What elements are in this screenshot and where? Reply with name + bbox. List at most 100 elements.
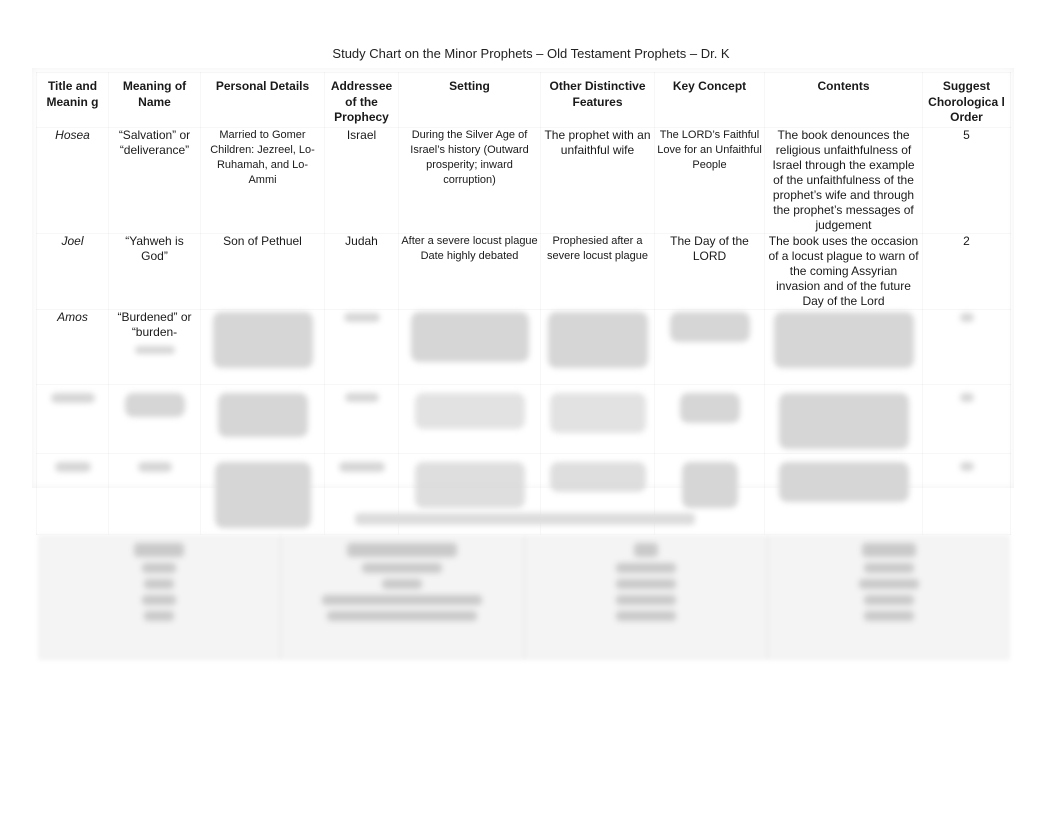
blurred-text [382,579,423,589]
header-addressee: Addressee of the Prophecy [325,73,399,128]
blurred-text [679,393,740,423]
header-order: Suggest Chorologica l Order [923,73,1011,128]
cell-contents [765,454,923,535]
blurred-text [217,393,308,437]
cell-contents [765,310,923,385]
cell-order: 2 [923,234,1011,310]
cell-order [923,385,1011,454]
cell-setting: After a severe locust plague Date highly… [399,234,541,310]
cell-title [37,385,109,454]
table-header-row: Title and Meanin g Meaning of Name Perso… [37,73,1011,128]
blurred-text [327,611,478,621]
blurred-text [322,595,483,605]
blurred-column [281,535,525,660]
blurred-text [547,312,648,368]
blurred-text [959,313,974,322]
meaning-text: “Burdened” or “burden- [117,310,192,339]
blurred-text [410,312,529,362]
blurred-text [863,595,914,605]
cell-title: Joel [37,234,109,310]
blurred-text [778,393,909,449]
blurred-text [144,611,175,621]
blurred-text [414,393,525,429]
header-contents: Contents [765,73,923,128]
setting-line: Date highly debated [420,250,519,262]
header-features: Other Distinctive Features [541,73,655,128]
header-meaning: Meaning of Name [109,73,201,128]
blurred-text [142,563,177,573]
cell-order [923,310,1011,385]
blurred-text [863,611,914,621]
blurred-text [773,312,914,368]
cell-features [541,310,655,385]
blurred-text [338,462,385,472]
blurred-text [50,393,95,403]
blurred-text [669,312,750,342]
cell-title: Amos [37,310,109,385]
blurred-text [633,543,658,557]
blurred-text [414,462,525,508]
blurred-text [549,393,646,433]
blurred-text [549,462,646,492]
blurred-column [768,535,1010,660]
blurred-text [347,543,458,557]
table-row: Amos “Burdened” or “burden- [37,310,1011,385]
cell-addressee [325,385,399,454]
blurred-text [615,595,676,605]
table-row [37,385,1011,454]
cell-key-concept: The Day of the LORD [655,234,765,310]
blurred-text [137,462,172,472]
blurred-column [525,535,768,660]
cell-title [37,454,109,535]
document-title: Study Chart on the Minor Prophets – Old … [332,46,730,61]
blurred-text [343,313,380,322]
cell-title: Hosea [37,128,109,234]
blurred-text [344,393,379,402]
cell-addressee: Israel [325,128,399,234]
blurred-text [214,462,311,528]
blurred-text [142,595,177,605]
header-title: Title and Meanin g [37,73,109,128]
cell-addressee [325,310,399,385]
blurred-text [144,579,175,589]
blurred-column [38,535,282,660]
cell-contents [765,385,923,454]
blurred-text [861,543,916,557]
blurred-text [54,462,91,472]
blurred-text [134,346,175,354]
blurred-table-title [355,513,695,525]
cell-key-concept [655,385,765,454]
cell-setting [399,385,541,454]
header-personal-details: Personal Details [201,73,325,128]
setting-line: After a severe locust plague [401,235,538,247]
blurred-text [134,543,185,557]
cell-personal [201,310,325,385]
blurred-text [858,579,919,589]
cell-meaning: “Burdened” or “burden- [109,310,201,385]
blurred-text [212,312,313,368]
cell-key-concept: The LORD’s Faithful Love for an Unfaithf… [655,128,765,234]
cell-meaning: “Salvation” or “deliverance” [109,128,201,234]
cell-meaning [109,385,201,454]
cell-personal: Son of Pethuel [201,234,325,310]
cell-personal: Married to Gomer Children: Jezreel, Lo-R… [201,128,325,234]
blurred-text [959,393,974,402]
blurred-text [615,563,676,573]
table-row: Joel “Yahweh is God” Son of Pethuel Juda… [37,234,1011,310]
cell-meaning [109,454,201,535]
blurred-text [615,579,676,589]
blurred-text [362,563,443,573]
blurred-text [615,611,676,621]
cell-personal [201,385,325,454]
blurred-text [778,462,909,502]
cell-features: Prophesied after a severe locust plague [541,234,655,310]
header-setting: Setting [399,73,541,128]
cell-key-concept [655,310,765,385]
cell-contents: The book denounces the religious unfaith… [765,128,923,234]
cell-setting [399,310,541,385]
header-key-concept: Key Concept [655,73,765,128]
cell-setting: During the Silver Age of Israel’s histor… [399,128,541,234]
blurred-text [124,393,185,417]
prophets-table: Title and Meanin g Meaning of Name Perso… [36,72,1010,535]
cell-personal [201,454,325,535]
